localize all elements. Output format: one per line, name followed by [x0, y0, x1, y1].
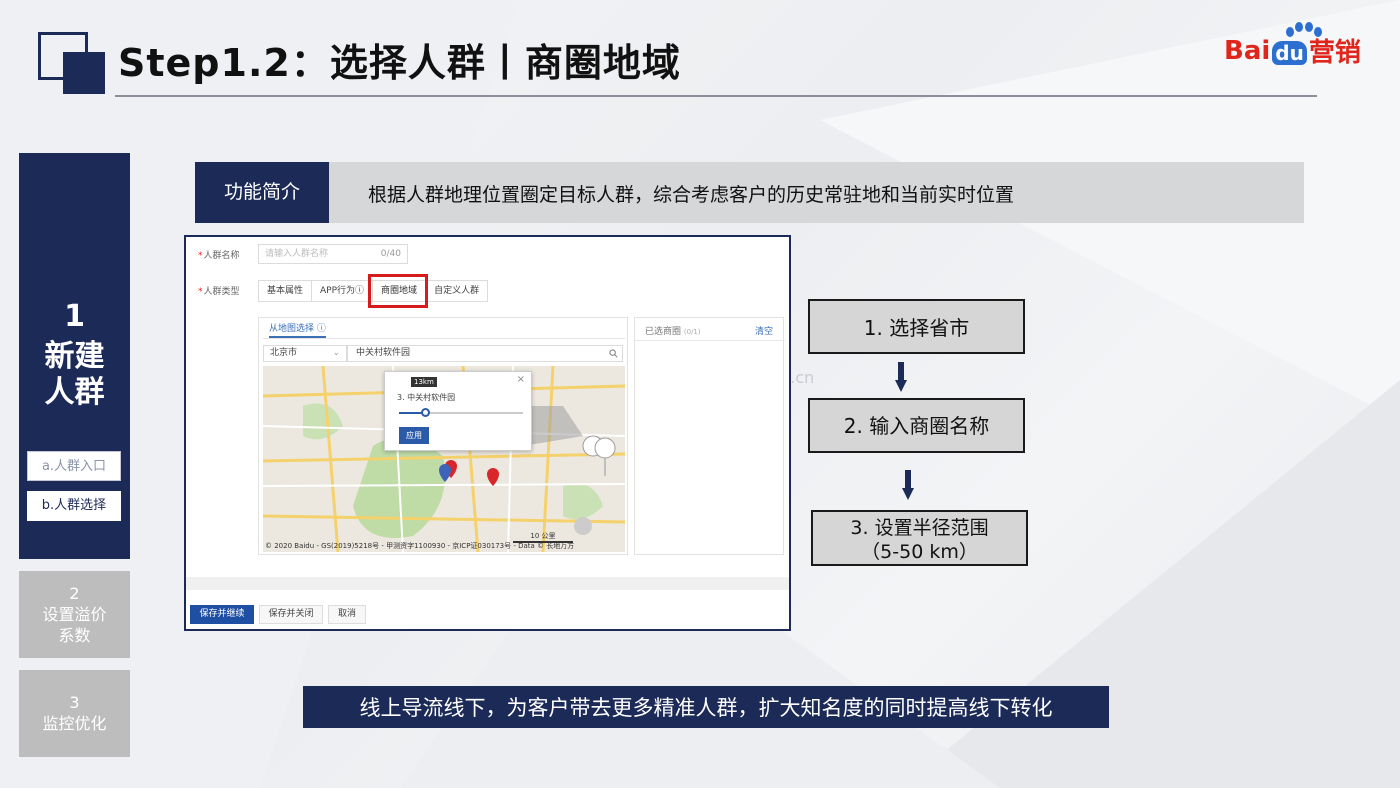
- crowd-type-label: 人群类型: [198, 284, 240, 297]
- tab-app-behavior[interactable]: APP行为ⓘ: [311, 280, 374, 302]
- chevron-down-icon: ⌄: [332, 348, 340, 358]
- baidu-map[interactable]: 13km × 3. 中关村软件园 应用 10 公里 © 2020 Baidu -…: [263, 366, 625, 552]
- search-icon: [609, 349, 618, 358]
- district-search-value: 中关村软件园: [356, 348, 411, 358]
- selected-districts-divider: [635, 340, 785, 341]
- popup-district-title: 3. 中关村软件园: [397, 393, 456, 402]
- crowd-name-label: 人群名称: [198, 248, 240, 261]
- map-selector: 从地图选择 ⓘ 北京市 ⌄ 中关村软件园 13km × 3. 中关村软件园 应用…: [258, 317, 628, 555]
- close-icon[interactable]: ×: [517, 374, 525, 385]
- flow-step-set-radius: 3. 设置半径范围 （5-50 km）: [811, 510, 1028, 566]
- help-icon: ⓘ: [355, 286, 365, 296]
- tab-select-from-map-label: 从地图选择: [269, 324, 315, 334]
- map-pan-control-icon[interactable]: [593, 436, 617, 476]
- arrow-down-icon: [895, 362, 907, 392]
- nav-step-1-line2: 人群: [44, 375, 105, 410]
- flow-step-set-radius-line2: （5-50 km）: [861, 541, 978, 563]
- apply-button[interactable]: 应用: [399, 427, 429, 444]
- selected-districts-count: (0/1): [683, 328, 701, 336]
- bottom-banner: 线上导流线下，为客户带去更多精准人群，扩大知名度的同时提高线下转化: [303, 686, 1109, 728]
- highlight-box: [368, 274, 428, 308]
- radius-value-tooltip: 13km: [411, 377, 437, 387]
- header-divider: [115, 95, 1317, 97]
- flow-step-input-district: 2. 输入商圈名称: [808, 398, 1025, 453]
- nav-sub-crowd-entry[interactable]: a.人群入口: [27, 451, 121, 481]
- header-square-filled: [63, 52, 105, 94]
- form-footer-divider: [186, 577, 789, 590]
- save-and-close-button[interactable]: 保存并关闭: [259, 605, 323, 624]
- baidu-logo: Bai du 营销: [1224, 22, 1361, 69]
- nav-step-3-number: 3: [69, 693, 80, 712]
- tab-select-from-map[interactable]: 从地图选择 ⓘ: [269, 321, 326, 338]
- tab-app-behavior-label: APP行为: [320, 286, 356, 296]
- nav-step-3-line1: 监控优化: [42, 714, 107, 733]
- selected-districts-label: 已选商圈: [645, 327, 682, 337]
- page-title: Step1.2：选择人群丨商圈地域: [118, 41, 681, 85]
- nav-step-1[interactable]: 1 新建 人群 a.人群入口 b.人群选择: [19, 153, 130, 559]
- crowd-name-count: 0/40: [380, 249, 401, 259]
- paw-icon: [1286, 22, 1322, 37]
- crowd-name-input[interactable]: 请输入人群名称 0/40: [258, 244, 408, 264]
- function-intro-bar: 功能简介 根据人群地理位置圈定目标人群，综合考虑客户的历史常驻地和当前实时位置: [195, 162, 1304, 223]
- nav-step-1-line1: 新建: [44, 339, 105, 374]
- map-copyright: © 2020 Baidu - GS(2019)5218号 - 甲测资字11009…: [265, 542, 575, 550]
- nav-step-2-number: 2: [69, 584, 80, 603]
- nav-step-1-label: 新建 人群: [19, 339, 130, 411]
- function-intro-description: 根据人群地理位置圈定目标人群，综合考虑客户的历史常驻地和当前实时位置: [368, 184, 1015, 206]
- radius-popup: 13km × 3. 中关村软件园 应用: [384, 371, 532, 451]
- nav-sub-crowd-select[interactable]: b.人群选择: [27, 491, 121, 521]
- logo-text-bai: Bai: [1224, 35, 1271, 66]
- nav-step-3[interactable]: 3 监控优化: [19, 670, 130, 757]
- district-search-input[interactable]: 中关村软件园: [347, 345, 623, 362]
- flow-step-set-radius-line1: 3. 设置半径范围: [850, 517, 989, 539]
- nav-step-1-number: 1: [64, 299, 85, 334]
- crowd-form-screenshot: 人群名称 请输入人群名称 0/40 人群类型 基本属性 APP行为ⓘ 商圈地域 …: [184, 235, 791, 631]
- clear-selection-link[interactable]: 清空: [755, 324, 773, 337]
- selected-districts-title: 已选商圈 (0/1): [645, 324, 701, 337]
- radius-slider-handle[interactable]: [421, 408, 430, 417]
- city-select-value: 北京市: [270, 348, 298, 358]
- nav-step-2-line2: 系数: [58, 626, 91, 645]
- arrow-down-icon: [902, 470, 914, 500]
- tab-basic[interactable]: 基本属性: [258, 280, 313, 302]
- map-tab-divider: [263, 338, 625, 339]
- flow-step-select-city: 1. 选择省市: [808, 299, 1025, 354]
- cancel-button[interactable]: 取消: [328, 605, 366, 624]
- selected-districts-panel: 已选商圈 (0/1) 清空: [634, 317, 785, 555]
- help-icon: ⓘ: [316, 324, 326, 334]
- tab-custom[interactable]: 自定义人群: [425, 280, 489, 302]
- save-and-continue-button[interactable]: 保存并继续: [190, 605, 254, 624]
- nav-step-2[interactable]: 2 设置溢价 系数: [19, 571, 130, 658]
- city-select[interactable]: 北京市 ⌄: [263, 345, 347, 362]
- logo-text-du: du: [1272, 40, 1307, 65]
- function-intro-tag: 功能简介: [195, 162, 329, 223]
- crowd-name-placeholder: 请输入人群名称: [265, 249, 329, 259]
- nav-step-2-line1: 设置溢价: [42, 605, 107, 624]
